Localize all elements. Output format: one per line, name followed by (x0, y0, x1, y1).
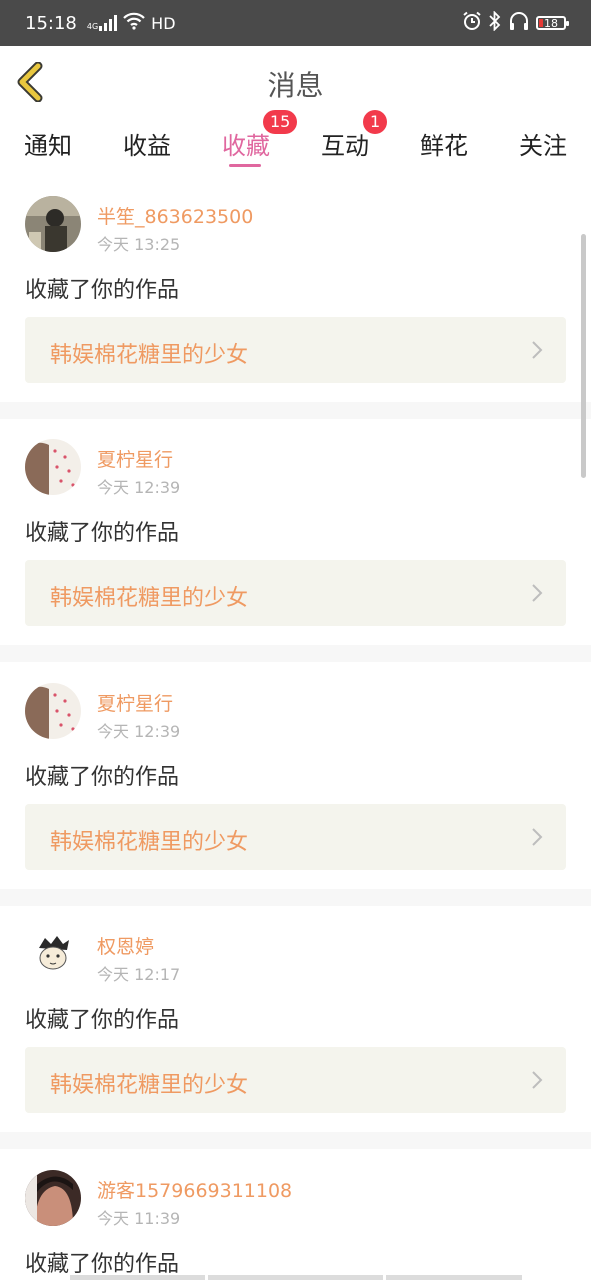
message-time: 今天 12:39 (97, 478, 181, 497)
tab-favorites[interactable]: 收藏 (222, 126, 270, 161)
tab-bar: 通知 收益 收藏 互动 鲜花 关注 15 1 (0, 110, 591, 176)
hd-indicator: HD (151, 13, 176, 33)
message-time: 今天 11:39 (97, 1209, 181, 1228)
interactions-badge: 1 (363, 110, 388, 134)
chevron-right-icon (532, 341, 543, 359)
nav-hint-bar (386, 1275, 522, 1280)
message-action: 收藏了你的作品 (25, 1252, 180, 1277)
tab-flowers[interactable]: 鲜花 (420, 126, 468, 161)
message-action: 收藏了你的作品 (25, 1008, 180, 1033)
work-link[interactable]: 韩娱棉花糖里的少女 (25, 804, 566, 870)
divider (0, 402, 591, 419)
avatar[interactable] (25, 683, 81, 739)
work-link[interactable]: 韩娱棉花糖里的少女 (25, 560, 566, 626)
message-action: 收藏了你的作品 (25, 765, 180, 790)
divider (0, 1132, 591, 1149)
scrollbar[interactable] (581, 234, 586, 478)
status-time: 15:18 (25, 12, 77, 34)
avatar[interactable] (25, 1170, 81, 1226)
username[interactable]: 夏柠星行 (97, 689, 173, 716)
status-right: 18 (462, 9, 569, 36)
username[interactable]: 半笙_863623500 (97, 202, 253, 229)
message-card[interactable]: 夏柠星行 今天 12:39 收藏了你的作品 韩娱棉花糖里的少女 (0, 663, 591, 889)
network-type: 4G (86, 22, 99, 31)
username[interactable]: 夏柠星行 (97, 445, 173, 472)
headphones-icon (508, 11, 530, 36)
active-tab-indicator (229, 164, 261, 167)
message-card[interactable]: 半笙_863623500 今天 13:25 收藏了你的作品 韩娱棉花糖里的少女 (0, 176, 591, 402)
status-bar: 15:18 4G HD 18 (0, 0, 591, 46)
avatar[interactable] (25, 196, 81, 252)
work-title: 韩娱棉花糖里的少女 (50, 1073, 249, 1098)
status-left: 15:18 4G HD (25, 12, 176, 35)
avatar[interactable] (25, 439, 81, 495)
battery-level: 18 (544, 16, 558, 30)
favorites-badge: 15 (263, 110, 298, 134)
message-time: 今天 12:39 (97, 722, 181, 741)
work-title: 韩娱棉花糖里的少女 (50, 586, 249, 611)
work-link[interactable]: 韩娱棉花糖里的少女 (25, 317, 566, 383)
avatar[interactable] (25, 926, 81, 982)
app-header: 消息 (0, 46, 591, 119)
message-card[interactable]: 权恩婷 今天 12:17 收藏了你的作品 韩娱棉花糖里的少女 (0, 906, 591, 1132)
wifi-icon (123, 12, 145, 35)
chevron-right-icon (532, 1071, 543, 1089)
nav-hint-bar (70, 1275, 205, 1280)
work-link[interactable]: 韩娱棉花糖里的少女 (25, 1047, 566, 1113)
tab-earnings[interactable]: 收益 (123, 126, 171, 161)
chevron-right-icon (532, 584, 543, 602)
work-title: 韩娱棉花糖里的少女 (50, 343, 249, 368)
divider (0, 889, 591, 906)
tab-follows[interactable]: 关注 (519, 126, 567, 161)
bluetooth-icon (488, 9, 502, 36)
chevron-right-icon (532, 828, 543, 846)
alarm-icon (462, 11, 482, 36)
tab-interactions[interactable]: 互动 (321, 126, 369, 161)
message-action: 收藏了你的作品 (25, 278, 180, 303)
message-action: 收藏了你的作品 (25, 521, 180, 546)
divider (0, 645, 591, 662)
username[interactable]: 游客1579669311108 (97, 1176, 292, 1203)
message-time: 今天 12:17 (97, 965, 181, 984)
tab-notifications[interactable]: 通知 (24, 126, 72, 161)
battery-icon: 18 (536, 16, 569, 30)
message-card[interactable]: 游客1579669311108 今天 11:39 收藏了你的作品 (0, 1150, 591, 1280)
work-title: 韩娱棉花糖里的少女 (50, 830, 249, 855)
message-time: 今天 13:25 (97, 235, 181, 254)
message-card[interactable]: 夏柠星行 今天 12:39 收藏了你的作品 韩娱棉花糖里的少女 (0, 419, 591, 645)
signal-icon: 4G (86, 15, 118, 31)
username[interactable]: 权恩婷 (97, 932, 154, 959)
page-title: 消息 (267, 69, 324, 102)
nav-hint-bar (208, 1275, 383, 1280)
